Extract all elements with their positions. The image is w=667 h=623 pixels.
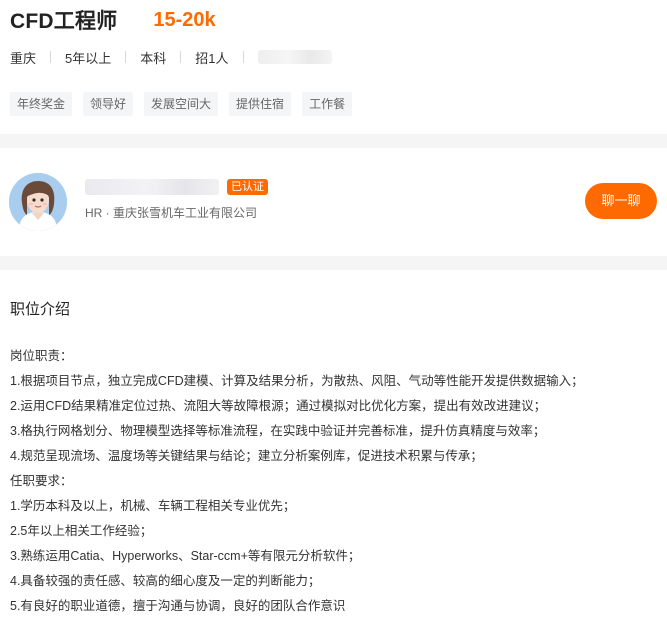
section-title: 职位介绍 <box>10 301 71 318</box>
avatar[interactable] <box>9 173 67 231</box>
meta-divider <box>180 51 182 63</box>
benefit-tag: 年终奖金 <box>10 92 73 116</box>
description-line: 1.根据项目节点，独立完成CFD建模、计算及结果分析，为散热、风阻、气动等性能开… <box>10 374 584 388</box>
job-header: CFD工程师 15-20k 重庆 5年以上 本科 招1人 年终奖金 领导好 发展… <box>10 0 667 134</box>
recruiter-card: 已认证 HR · 重庆张雪机车工业有限公司 聊一聊 <box>0 148 667 256</box>
recruiter-company: HR · 重庆张雪机车工业有限公司 <box>85 206 257 220</box>
benefit-tag: 发展空间大 <box>144 92 219 116</box>
description-line: 任职要求： <box>10 474 73 488</box>
job-title: CFD工程师 <box>10 10 118 33</box>
description-line: 3.熟练运用Catia、Hyperworks、Star-ccm+等有限元分析软件… <box>10 549 361 563</box>
recruiter-avatar-illustration <box>9 173 67 231</box>
benefit-tag: 工作餐 <box>302 92 353 116</box>
job-detail-page: CFD工程师 15-20k 重庆 5年以上 本科 招1人 年终奖金 领导好 发展… <box>0 0 667 623</box>
description-line: 2.运用CFD结果精准定位过热、流阻大等故障根源；通过模拟对比优化方案，提出有效… <box>10 399 547 413</box>
meta-divider <box>125 51 127 63</box>
section-divider <box>0 134 667 148</box>
benefit-tag: 领导好 <box>83 92 134 116</box>
description-line: 4.规范呈现流场、温度场等关键结果与结论；建立分析案例库，促进技术积累与传承； <box>10 449 483 463</box>
chat-button[interactable]: 聊一聊 <box>585 183 657 219</box>
benefit-tag: 提供住宿 <box>229 92 292 116</box>
description-body: 岗位职责： 1.根据项目节点，独立完成CFD建模、计算及结果分析，为散热、风阻、… <box>10 344 660 619</box>
meta-experience: 5年以上 <box>65 50 112 66</box>
description-line: 5.有良好的职业道德，擅于沟通与协调，良好的团队合作意识 <box>10 599 346 613</box>
description-line: 4.具备较强的责任感、较高的细心度及一定的判断能力； <box>10 574 321 588</box>
salary: 15-20k <box>153 8 216 31</box>
recruiter-name-blurred <box>85 179 219 195</box>
meta-city: 重庆 <box>10 50 37 66</box>
title-row: CFD工程师 15-20k <box>10 6 216 34</box>
description-line: 3.格执行网格划分、物理模型选择等标准流程，在实践中验证并完善标准，提升仿真精度… <box>10 424 546 438</box>
meta-education: 本科 <box>140 50 167 66</box>
meta-blurred-info <box>257 50 332 64</box>
meta-headcount: 招1人 <box>195 50 229 66</box>
job-meta: 重庆 5年以上 本科 招1人 <box>10 47 332 67</box>
benefit-tags: 年终奖金 领导好 发展空间大 提供住宿 工作餐 <box>10 92 363 116</box>
meta-divider <box>242 51 244 63</box>
description-line: 岗位职责： <box>10 349 73 363</box>
description-line: 2.5年以上相关工作经验； <box>10 524 153 538</box>
meta-divider <box>50 51 52 63</box>
description-line: 1.学历本科及以上，机械、车辆工程相关专业优先； <box>10 499 296 513</box>
section-divider <box>0 256 667 270</box>
verified-badge: 已认证 <box>227 179 268 195</box>
